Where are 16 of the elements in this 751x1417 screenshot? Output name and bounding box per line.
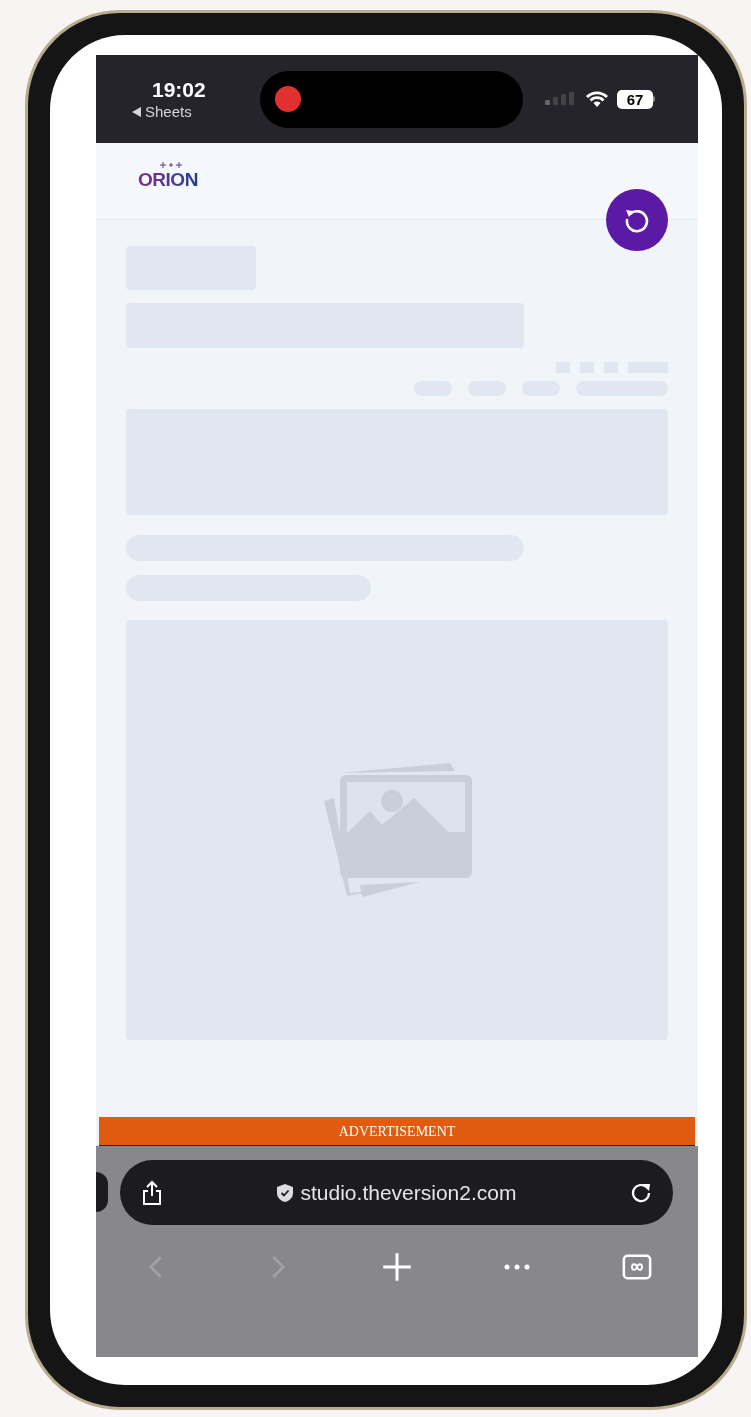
- tab-edge: [96, 1172, 108, 1212]
- signal-icon: [545, 92, 577, 106]
- tabs-icon[interactable]: [622, 1252, 652, 1282]
- back-triangle-icon: [132, 106, 141, 117]
- stars-icon: [160, 162, 182, 169]
- ad-label: ADVERTISEMENT: [338, 1122, 456, 1141]
- share-icon[interactable]: [140, 1179, 164, 1206]
- plus-icon[interactable]: [382, 1252, 412, 1282]
- shield-check-icon: [276, 1183, 293, 1202]
- url-text: studio.theversion2.com: [300, 1179, 517, 1206]
- clock-time: 19:02: [152, 79, 206, 100]
- battery-indicator: 67: [617, 89, 655, 109]
- ad-banner[interactable]: ADVERTISEMENT: [99, 1117, 695, 1146]
- wifi-icon: [585, 90, 609, 108]
- address-bar[interactable]: studio.theversion2.com: [120, 1160, 673, 1225]
- back-to-app-link[interactable]: Sheets: [145, 104, 192, 119]
